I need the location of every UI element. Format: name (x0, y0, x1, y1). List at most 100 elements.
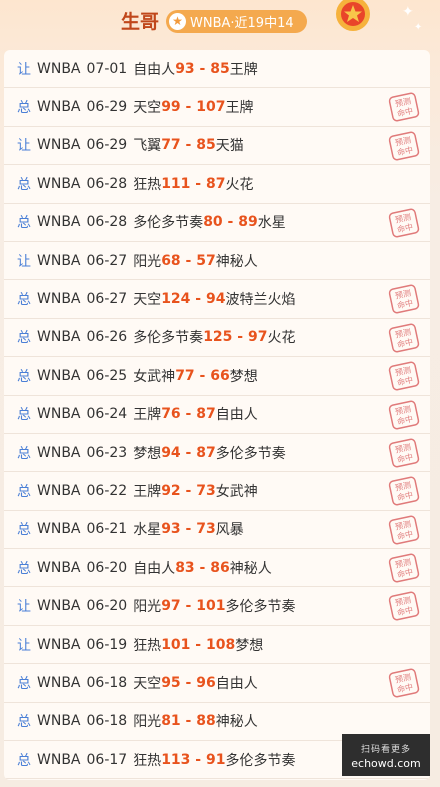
league-label: WNBA (37, 60, 81, 77)
match-date: 06-21 (86, 521, 128, 538)
match-date: 06-26 (86, 329, 128, 346)
bet-type: 总 (17, 752, 31, 769)
league-label: WNBA (37, 636, 81, 653)
match-score: 81 - 88 (161, 713, 216, 730)
record-badge-label: WNBA·近19中14 (190, 16, 294, 31)
hit-stamp-icon: 预测命中 (388, 668, 420, 698)
hit-stamp-icon: 预测命中 (388, 323, 420, 353)
match-score: 77 - 85 (161, 137, 216, 154)
match-date: 06-18 (86, 674, 128, 691)
league-label: WNBA (37, 137, 81, 154)
match-date: 06-27 (86, 252, 128, 269)
bet-type: 让 (17, 61, 31, 78)
watermark: 扫码看更多 echowd.com (342, 734, 430, 776)
match-score: 101 - 108 (161, 636, 236, 653)
sparkle-icon: ✦ (414, 22, 423, 33)
away-team: 风暴 (215, 522, 244, 539)
list-item[interactable]: 总 WNBA 06-18 天空 95 - 96 自由人 预测 命中 (4, 664, 430, 703)
away-team: 王牌 (225, 100, 254, 117)
list-item[interactable]: 总 WNBA 06-24 王牌 76 - 87 自由人 预测 命中 (4, 396, 430, 434)
hit-stamp-icon: 预测命中 (388, 438, 420, 468)
league-label: WNBA (37, 99, 81, 116)
list-item[interactable]: 让 WNBA 06-19 狂热 101 - 108 梦想 (4, 626, 430, 665)
league-label: WNBA (37, 406, 81, 423)
league-label: WNBA (37, 674, 81, 691)
bet-type: 总 (17, 675, 31, 692)
hit-stamp-icon: 预测命中 (388, 515, 420, 545)
match-score: 113 - 91 (161, 751, 226, 768)
match-score: 99 - 107 (161, 99, 226, 116)
match-score: 92 - 73 (161, 482, 216, 499)
match-score: 80 - 89 (203, 214, 258, 231)
record-list: 让 WNBA 07-01 自由人 93 - 85 王牌总 WNBA 06-29 天空 99 - 1… (4, 50, 430, 780)
match-date: 06-28 (86, 175, 128, 192)
list-item[interactable]: 总 WNBA 06-28 多伦多节奏 80 - 89 水星 预测 命中 (4, 204, 430, 242)
away-team: 火花 (267, 330, 296, 347)
list-item[interactable]: 总 WNBA 06-23 梦想 94 - 87 多伦多节奏 预测 命中 (4, 434, 430, 473)
match-score: 68 - 57 (161, 252, 216, 269)
home-team: 天空 (133, 100, 162, 117)
away-team: 火花 (225, 176, 254, 193)
match-score: 93 - 85 (175, 60, 230, 77)
match-score: 125 - 97 (203, 329, 268, 346)
list-item[interactable]: 总 WNBA 06-27 天空 124 - 94 波特兰火焰 预测 命中 (4, 280, 430, 319)
list-item[interactable]: 让 WNBA 06-29 飞翼 77 - 85 天猫 预测 命中 (4, 127, 430, 166)
match-date: 06-25 (86, 367, 128, 384)
league-label: WNBA (37, 329, 81, 346)
match-score: 95 - 96 (161, 674, 216, 691)
sparkle-icon: ✦ (402, 4, 414, 20)
bet-type: 总 (17, 292, 31, 309)
home-team: 狂热 (133, 176, 162, 193)
match-date: 07-01 (86, 60, 128, 77)
list-item[interactable]: 总 WNBA 06-29 天空 99 - 107 王牌 预测 命中 (4, 88, 430, 127)
hit-stamp-icon: 预测命中 (388, 361, 420, 391)
match-date: 06-29 (86, 137, 128, 154)
away-team: 神秘人 (229, 560, 272, 577)
home-team: 女武神 (133, 368, 176, 385)
match-score: 77 - 66 (175, 367, 230, 384)
home-team: 梦想 (133, 445, 162, 462)
list-item[interactable]: 总 WNBA 06-20 自由人 83 - 86 神秘人 预测 命中 (4, 549, 430, 588)
bet-type: 总 (17, 215, 31, 232)
home-team: 飞翼 (133, 138, 162, 155)
away-team: 水星 (257, 215, 286, 232)
bet-type: 总 (17, 176, 31, 193)
home-team: 王牌 (133, 407, 162, 424)
away-team: 波特兰火焰 (225, 292, 296, 309)
list-item[interactable]: 总 WNBA 06-26 多伦多节奏 125 - 97 火花 预测 命中 (4, 319, 430, 358)
hit-stamp-icon: 预测命中 (388, 592, 420, 621)
bet-type: 让 (17, 138, 31, 155)
list-item[interactable]: 让 WNBA 06-20 阳光 97 - 101 多伦多节奏 预测 命中 (4, 587, 430, 626)
bet-type: 总 (17, 522, 31, 539)
list-item[interactable]: 总 WNBA 06-21 水星 93 - 73 风暴 预测 命中 (4, 511, 430, 550)
watermark-line2: echowd.com (351, 757, 421, 770)
home-team: 多伦多节奏 (133, 215, 204, 232)
home-team: 水星 (133, 522, 162, 539)
match-date: 06-28 (86, 214, 128, 231)
league-label: WNBA (37, 175, 81, 192)
hit-stamp-icon: 预测命中 (388, 208, 420, 238)
bet-type: 总 (17, 100, 31, 117)
hit-stamp-icon: 预测命中 (388, 284, 420, 314)
league-label: WNBA (37, 444, 81, 461)
medal-icon (336, 0, 370, 31)
match-score: 93 - 73 (161, 521, 216, 538)
bet-type: 总 (17, 407, 31, 424)
list-item[interactable]: 让 WNBA 07-01 自由人 93 - 85 王牌 (4, 50, 430, 89)
away-team: 王牌 (229, 61, 258, 78)
list-item[interactable]: 总 WNBA 06-28 狂热 111 - 87 火花 (4, 165, 430, 204)
list-item[interactable]: 让 WNBA 06-27 阳光 68 - 57 神秘人 (4, 242, 430, 281)
match-date: 06-24 (86, 406, 128, 423)
away-team: 神秘人 (215, 714, 258, 731)
list-item[interactable]: 总 WNBA 06-25 女武神 77 - 66 梦想 预测 命中 (4, 357, 430, 396)
away-team: 梦想 (229, 368, 258, 385)
match-date: 06-29 (86, 99, 128, 116)
list-item[interactable]: 总 WNBA 06-22 王牌 92 - 73 女武神 预测 命中 (4, 472, 430, 511)
league-label: WNBA (37, 291, 81, 308)
bet-type: 总 (17, 483, 31, 500)
home-team: 阳光 (133, 714, 162, 731)
away-team: 自由人 (215, 407, 258, 424)
match-date: 06-23 (86, 444, 128, 461)
home-team: 自由人 (133, 61, 176, 78)
league-label: WNBA (37, 214, 81, 231)
